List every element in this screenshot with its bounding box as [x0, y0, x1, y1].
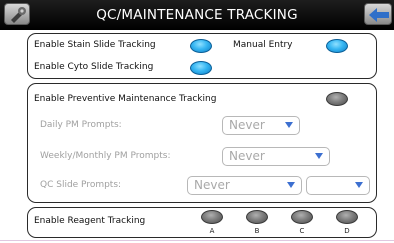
manual-entry-toggle[interactable] [326, 39, 348, 53]
qc-slide-prompts-value: Never [194, 178, 230, 192]
chevron-down-icon [287, 182, 295, 188]
bottom-divider [0, 240, 394, 241]
reagent-tracking-label: Enable Reagent Tracking [34, 216, 146, 226]
daily-pm-label: Daily PM Prompts: [40, 120, 122, 130]
cyto-slide-tracking-label: Enable Cyto Slide Tracking [34, 62, 154, 72]
qc-slide-prompts-secondary-select[interactable] [306, 176, 370, 195]
cyto-slide-tracking-toggle[interactable] [190, 61, 212, 75]
weekly-monthly-pm-value: Never [229, 149, 265, 163]
page-title: QC/MAINTENANCE TRACKING [96, 7, 298, 23]
preventive-maintenance-label: Enable Preventive Maintenance Tracking [34, 94, 217, 104]
preventive-maintenance-toggle[interactable] [326, 92, 348, 106]
daily-pm-select[interactable]: Never [222, 116, 300, 135]
weekly-monthly-pm-select[interactable]: Never [222, 147, 330, 166]
back-arrow-icon[interactable] [364, 3, 392, 25]
weekly-monthly-pm-label: Weekly/Monthly PM Prompts: [40, 151, 171, 161]
reagent-a-toggle[interactable] [201, 210, 223, 224]
reagent-d-letter: D [344, 227, 350, 235]
qc-slide-prompts-label: QC Slide Prompts: [40, 180, 122, 190]
stain-slide-tracking-label: Enable Stain Slide Tracking [34, 40, 156, 50]
stain-slide-tracking-toggle[interactable] [190, 39, 212, 53]
chevron-down-icon [315, 153, 323, 159]
title-bar: QC/MAINTENANCE TRACKING [0, 0, 394, 30]
reagent-b-letter: B [254, 227, 260, 235]
reagent-c-toggle[interactable] [291, 210, 313, 224]
reagent-d-toggle[interactable] [336, 210, 358, 224]
chevron-down-icon [285, 122, 293, 128]
daily-pm-value: Never [229, 118, 265, 132]
chevron-down-icon [355, 182, 363, 188]
reagent-b-toggle[interactable] [246, 210, 268, 224]
reagent-c-letter: C [299, 227, 305, 235]
qc-slide-prompts-select[interactable]: Never [187, 176, 302, 195]
manual-entry-label: Manual Entry [233, 40, 293, 50]
reagent-a-letter: A [209, 227, 215, 235]
